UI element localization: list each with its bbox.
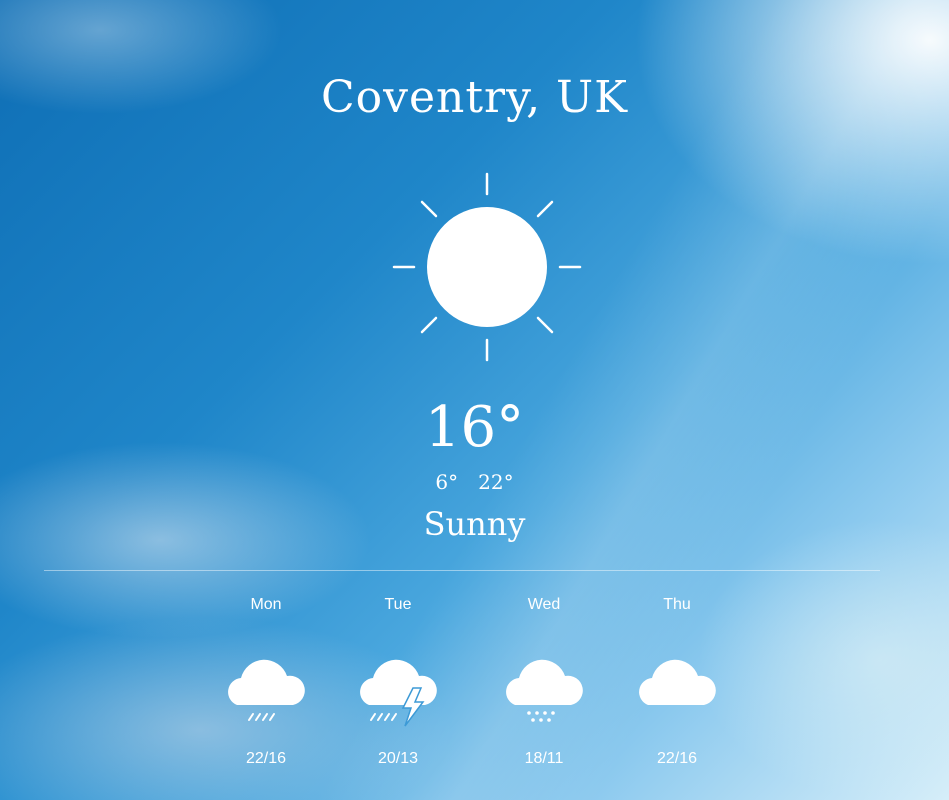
forecast-day-tue[interactable]: Tue 20/13 (338, 590, 458, 768)
forecast-day-label: Thu (663, 596, 691, 613)
forecast-day-wed[interactable]: Wed 18/11 (484, 590, 604, 768)
forecast-day-thu[interactable]: Thu 22/16 (617, 590, 737, 768)
thunderstorm-cloud-icon (360, 659, 437, 727)
forecast-day-label: Mon (250, 596, 282, 613)
cloud-icon (639, 659, 716, 705)
forecast-day-label: Tue (384, 596, 412, 613)
low-temperature: 6° (435, 470, 459, 494)
location-title: Coventry, UK (320, 72, 629, 123)
high-temperature: 22° (478, 470, 514, 494)
forecast-strip: Mon 22/16 Tue 20/13 Wed 18/11 Thu 22/16 (0, 590, 949, 790)
sun-icon (392, 172, 582, 362)
forecast-day-label: Wed (527, 596, 561, 613)
snow-cloud-icon (506, 659, 583, 722)
forecast-day-mon[interactable]: Mon 22/16 (206, 590, 326, 768)
forecast-range: 22/16 (656, 750, 698, 767)
min-max-temperature: 6° 22° (0, 470, 949, 494)
current-temperature: 16° (424, 395, 525, 460)
divider (44, 570, 880, 571)
forecast-range: 20/13 (377, 750, 419, 767)
forecast-range: 18/11 (524, 750, 564, 767)
current-condition: Sunny (423, 505, 526, 543)
rain-cloud-icon (228, 659, 305, 721)
forecast-range: 22/16 (245, 750, 287, 767)
